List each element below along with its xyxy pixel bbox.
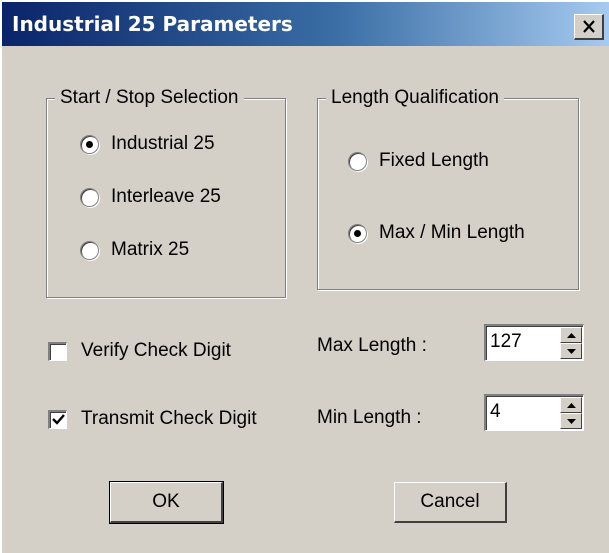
radio-interleave-25[interactable]: Interleave 25 [80,186,221,208]
transmit-checkbox[interactable] [48,409,67,429]
radio-button-icon[interactable] [80,134,99,154]
radio-label: Industrial 25 [111,133,215,154]
start-stop-legend: Start / Stop Selection [55,86,244,110]
radio-button-icon[interactable] [348,151,367,171]
radio-industrial-25[interactable]: Industrial 25 [80,133,215,155]
min-length-spin-down[interactable] [560,413,582,429]
radio-label: Max / Min Length [379,222,525,243]
length-qualification-group: Length Qualification [317,86,579,290]
min-length-label: Min Length : [317,407,422,428]
transmit-check-digit-row[interactable]: Transmit Check Digit [48,408,257,430]
window-title: Industrial 25 Parameters [12,12,293,36]
up-arrow-icon [566,402,576,408]
title-bar[interactable]: Industrial 25 Parameters [2,2,609,46]
max-length-label: Max Length : [317,335,427,356]
close-icon [582,20,595,33]
radio-dot-icon [354,229,361,237]
transmit-label: Transmit Check Digit [81,408,257,429]
min-length-spinbox[interactable]: 4 [484,394,584,431]
ok-button[interactable]: OK [109,481,224,524]
down-arrow-icon [566,348,576,354]
ok-button-label: OK [152,491,180,512]
check-mark-icon [51,414,65,425]
verify-checkbox[interactable] [48,341,67,361]
min-length-spin-buttons [560,397,582,429]
up-arrow-icon [566,332,576,338]
verify-check-digit-row[interactable]: Verify Check Digit [48,340,231,362]
max-length-value[interactable]: 127 [490,331,522,353]
dialog-window: Industrial 25 Parameters Start / Stop Se… [0,0,609,553]
down-arrow-icon [566,418,576,424]
cancel-button[interactable]: Cancel [394,482,507,523]
close-button[interactable] [574,14,604,40]
min-length-spin-up[interactable] [560,397,582,413]
radio-max-min-length[interactable]: Max / Min Length [348,222,525,244]
radio-fixed-length[interactable]: Fixed Length [348,150,489,172]
radio-button-icon[interactable] [80,187,99,207]
radio-button-icon[interactable] [348,223,367,243]
radio-label: Matrix 25 [111,239,190,260]
min-length-value[interactable]: 4 [490,401,501,423]
radio-label: Fixed Length [379,150,489,171]
max-length-spin-up[interactable] [560,327,582,343]
radio-dot-icon [86,140,93,148]
radio-button-icon[interactable] [80,240,99,260]
max-length-spin-buttons [560,327,582,359]
max-length-spin-down[interactable] [560,343,582,359]
verify-label: Verify Check Digit [81,340,231,361]
length-qualification-legend: Length Qualification [326,86,504,110]
radio-label: Interleave 25 [111,186,221,207]
cancel-button-label: Cancel [420,491,480,512]
max-length-spinbox[interactable]: 127 [484,324,584,361]
radio-matrix-25[interactable]: Matrix 25 [80,239,189,261]
